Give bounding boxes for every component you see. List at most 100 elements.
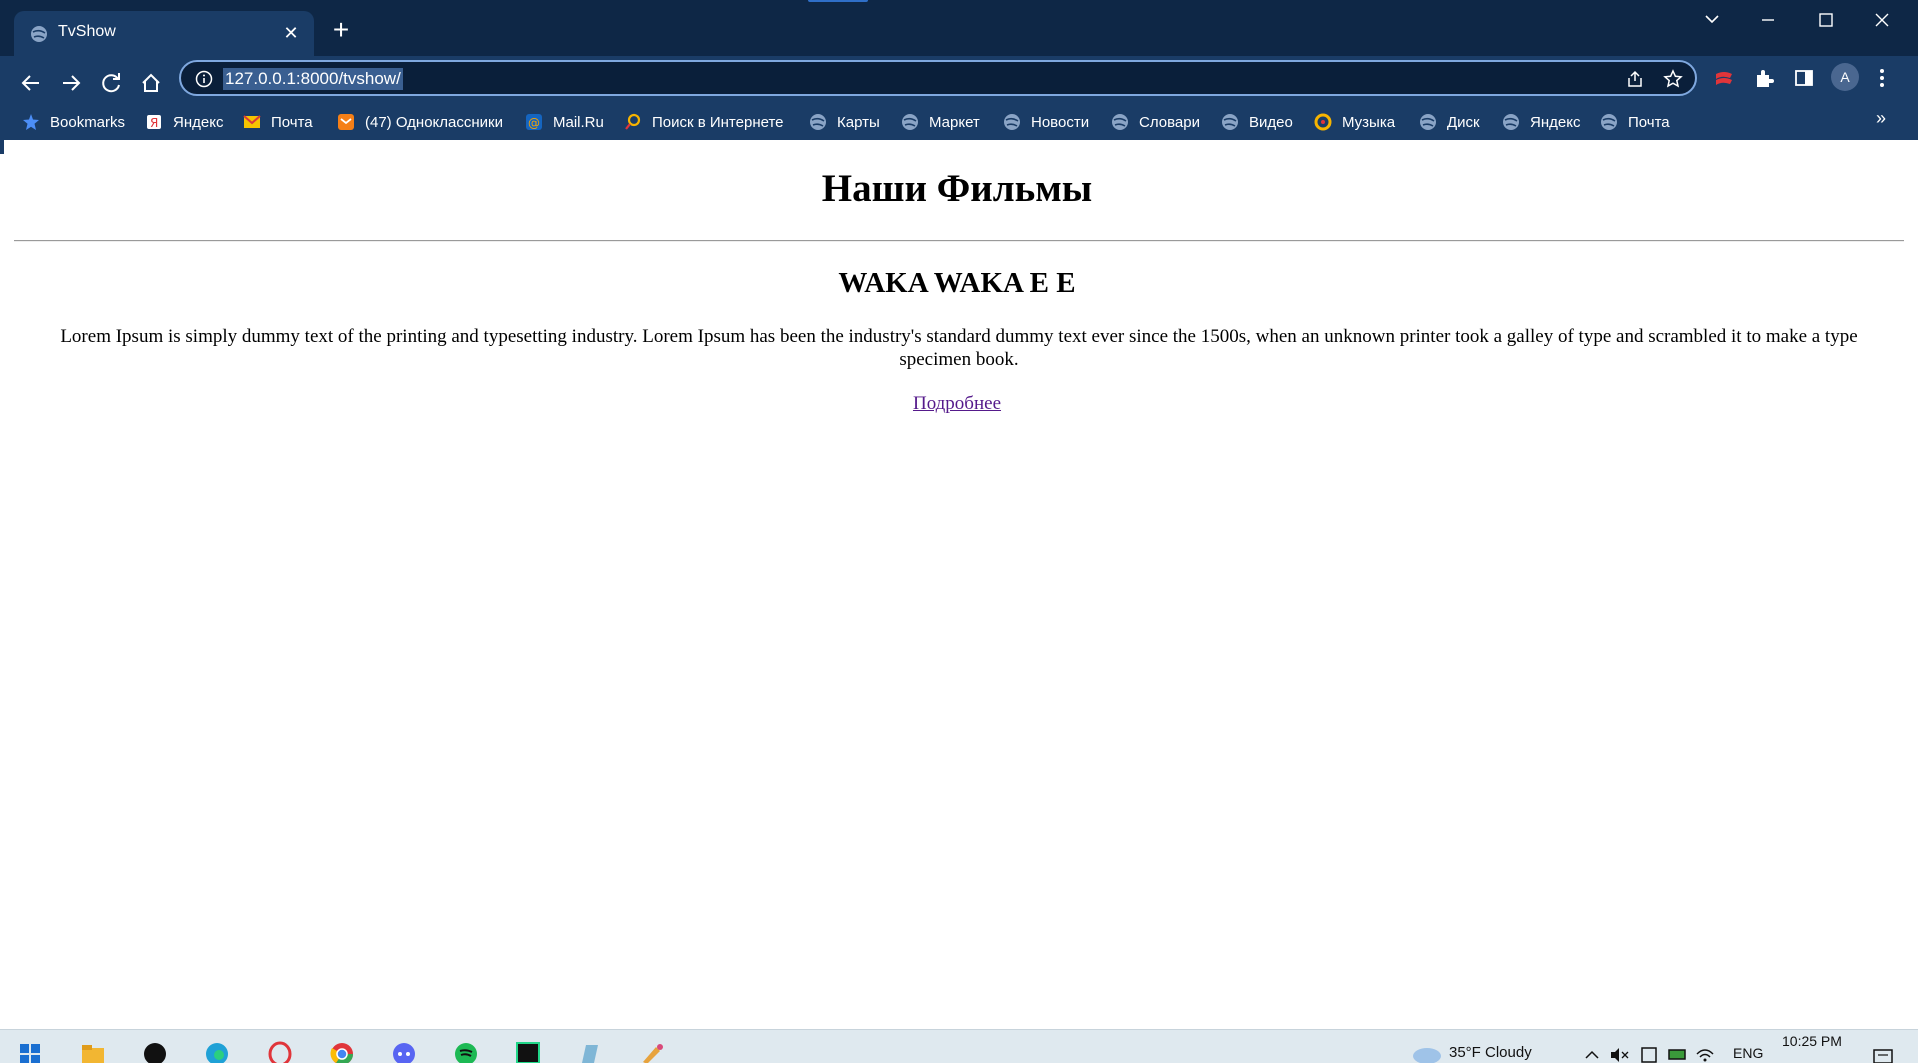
bookmark-label: Карты [837,113,880,131]
notes-app-icon[interactable] [576,1038,604,1063]
bookmark-item[interactable]: Почта [243,110,313,134]
bookmark-item[interactable]: Bookmarks [22,110,125,134]
windows-start-icon[interactable] [16,1038,44,1063]
wifi-icon[interactable] [1694,1038,1716,1063]
globe-icon [1420,114,1436,130]
bookmark-item[interactable]: (47) Одноклассники [337,110,503,134]
github-icon[interactable] [141,1038,169,1063]
bookmark-item[interactable]: Поиск в Интернете [624,110,784,134]
globe-icon [1601,114,1617,130]
chevron-up-icon[interactable] [1582,1038,1602,1063]
bookmark-item[interactable]: Яндекс [1502,110,1580,134]
bookmark-label: Новости [1031,113,1090,131]
clock-time[interactable]: 10:25 PM [1782,1033,1842,1049]
scrollbar-track[interactable] [1910,140,1918,1029]
discord-icon[interactable] [390,1038,418,1063]
back-arrow-icon[interactable] [13,65,49,101]
globe-icon [1503,114,1519,130]
share-icon[interactable] [1625,69,1645,89]
tab-close-icon[interactable]: ✕ [280,22,302,44]
home-icon[interactable] [133,65,169,101]
bookmark-label: Почта [271,113,313,131]
url-text[interactable]: 127.0.0.1:8000/tvshow/ [223,68,403,90]
profile-avatar[interactable]: A [1831,63,1859,91]
pycharm-icon[interactable] [514,1038,542,1063]
paint-app-icon[interactable] [638,1038,666,1063]
address-bar[interactable]: 127.0.0.1:8000/tvshow/ [179,60,1697,96]
odnoklassniki-icon [338,114,354,130]
bookmark-label: Музыка [1342,113,1396,131]
mailru-icon: @ [526,114,542,130]
bookmarks-overflow-icon[interactable]: » [1876,108,1886,129]
usb-icon[interactable] [1638,1038,1660,1063]
bookmark-item[interactable]: Музыка [1314,110,1395,134]
bookmark-item[interactable]: Видео [1221,110,1293,134]
tab-title: TvShow [58,23,116,40]
edge-icon[interactable] [203,1038,231,1063]
minimize-icon[interactable] [1748,6,1788,34]
browser-titlebar: TvShow ✕ + [0,0,1918,56]
bookmark-item[interactable]: @ Mail.Ru [525,110,604,134]
globe-icon [1004,114,1020,130]
bookmark-item[interactable]: Диск [1419,110,1480,134]
cloud-icon[interactable] [1409,1038,1443,1063]
music-icon [1314,113,1332,131]
maximize-icon[interactable] [1806,6,1846,34]
bookmark-item[interactable]: Почта [1600,110,1670,134]
svg-text:@: @ [528,116,540,130]
bookmark-star-icon[interactable] [1663,69,1683,89]
show-description: Lorem Ipsum is simply dummy text of the … [60,326,1858,370]
bookmark-label: Bookmarks [50,113,126,131]
bookmark-label: Почта [1628,113,1670,131]
bookmark-item[interactable]: Новости [1003,110,1089,134]
globe-icon [1222,114,1238,130]
bookmark-label: Видео [1249,113,1293,131]
forward-arrow-icon[interactable] [53,65,89,101]
extensions-puzzle-icon[interactable] [1751,65,1777,91]
bookmark-item[interactable]: Карты [809,110,880,134]
divider [14,240,1904,242]
language-indicator[interactable]: ENG [1733,1045,1763,1061]
bookmark-label: Словари [1139,113,1200,131]
speaker-muted-icon[interactable] [1608,1038,1630,1063]
close-window-icon[interactable] [1862,6,1902,34]
tab-search-icon[interactable] [1692,6,1732,34]
bookmark-label: Диск [1447,113,1480,131]
star-icon [23,114,39,130]
lastpass-extension-icon[interactable] [1711,65,1737,91]
more-menu-icon[interactable] [1872,64,1892,92]
side-panel-icon[interactable] [1791,65,1817,91]
bookmark-label: (47) Одноклассники [365,113,503,131]
spotify-icon[interactable] [452,1038,480,1063]
weather-text[interactable]: 35°F Cloudy [1449,1044,1532,1061]
svg-text:Я: Я [150,116,158,130]
bookmark-label: Маркет [929,113,980,131]
notifications-icon[interactable] [1870,1038,1896,1063]
battery-icon[interactable] [1666,1038,1688,1063]
more-link[interactable]: Подробнее [4,393,1910,415]
globe-icon [1112,114,1128,130]
search-icon [625,113,641,130]
mail-icon [243,115,261,128]
site-info-icon[interactable] [195,70,213,88]
titlebar-accent [808,0,868,2]
show-title: WAKA WAKA E E [838,267,1076,299]
page-content: Наши Фильмы WAKA WAKA E E Lorem Ipsum is… [4,140,1910,1029]
bookmark-item[interactable]: Я Яндекс [145,110,223,134]
bookmark-label: Яндекс [173,113,224,131]
browser-tab[interactable]: TvShow ✕ [14,11,314,56]
bookmark-label: Яндекс [1530,113,1581,131]
bookmark-item[interactable]: Маркет [901,110,980,134]
chrome-icon[interactable] [328,1038,356,1063]
bookmark-item[interactable]: Словари [1111,110,1200,134]
globe-icon [902,114,918,130]
yandex-icon: Я [147,115,161,130]
reload-icon[interactable] [93,65,129,101]
bookmark-label: Поиск в Интернете [652,113,784,131]
opera-icon[interactable] [266,1038,294,1063]
page-title: Наши Фильмы [821,167,1093,210]
bookmarks-bar: Bookmarks Я Яндекс Почта (47) Одноклассни… [0,104,1918,140]
windows-taskbar: 35°F Cloudy ENG 10:25 PM [0,1029,1918,1063]
new-tab-button[interactable]: + [327,16,355,45]
file-explorer-icon[interactable] [79,1038,107,1063]
